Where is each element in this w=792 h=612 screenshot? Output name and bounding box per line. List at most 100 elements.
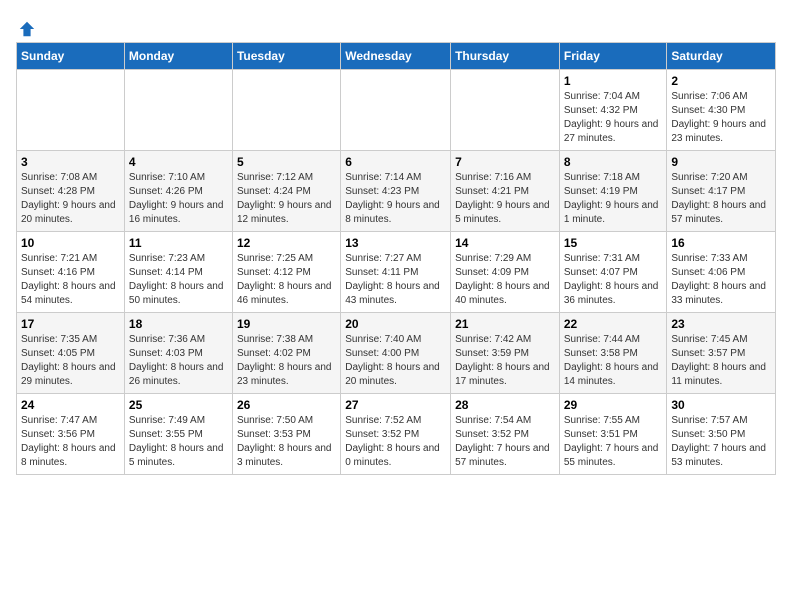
- day-info: Sunrise: 7:33 AM Sunset: 4:06 PM Dayligh…: [671, 252, 771, 308]
- calendar-cell: 3 Sunrise: 7:08 AM Sunset: 4:28 PM Daylig…: [17, 151, 125, 232]
- day-info: Sunrise: 7:06 AM Sunset: 4:30 PM Dayligh…: [671, 90, 771, 146]
- calendar-cell: [17, 70, 125, 151]
- day-number: 5: [237, 155, 336, 169]
- calendar-cell: 9 Sunrise: 7:20 AM Sunset: 4:17 PM Daylig…: [667, 151, 776, 232]
- day-info: Sunrise: 7:21 AM Sunset: 4:16 PM Dayligh…: [21, 252, 120, 308]
- day-header-saturday: Saturday: [667, 43, 776, 70]
- day-number: 16: [671, 236, 771, 250]
- day-info: Sunrise: 7:57 AM Sunset: 3:50 PM Dayligh…: [671, 414, 771, 470]
- day-info: Sunrise: 7:20 AM Sunset: 4:17 PM Dayligh…: [671, 171, 771, 227]
- calendar-cell: 4 Sunrise: 7:10 AM Sunset: 4:26 PM Daylig…: [124, 151, 232, 232]
- day-number: 1: [564, 74, 663, 88]
- day-number: 21: [455, 317, 555, 331]
- calendar-cell: [232, 70, 340, 151]
- day-number: 22: [564, 317, 663, 331]
- calendar-cell: 26 Sunrise: 7:50 AM Sunset: 3:53 PM Dayli…: [232, 394, 340, 475]
- calendar-cell: 5 Sunrise: 7:12 AM Sunset: 4:24 PM Daylig…: [232, 151, 340, 232]
- day-number: 20: [345, 317, 446, 331]
- calendar-cell: 27Sunrise: 7:52 AM Sunset: 3:52 PM Dayli…: [341, 394, 451, 475]
- day-info: Sunrise: 7:16 AM Sunset: 4:21 PM Dayligh…: [455, 171, 555, 227]
- logo: [16, 20, 36, 34]
- calendar-cell: 19 Sunrise: 7:38 AM Sunset: 4:02 PM Dayli…: [232, 313, 340, 394]
- day-number: 2: [671, 74, 771, 88]
- calendar-cell: 1 Sunrise: 7:04 AM Sunset: 4:32 PM Daylig…: [559, 70, 667, 151]
- calendar-cell: 30 Sunrise: 7:57 AM Sunset: 3:50 PM Dayli…: [667, 394, 776, 475]
- day-number: 6: [345, 155, 446, 169]
- calendar-cell: [451, 70, 560, 151]
- day-number: 4: [129, 155, 228, 169]
- day-number: 17: [21, 317, 120, 331]
- day-info: Sunrise: 7:54 AM Sunset: 3:52 PM Dayligh…: [455, 414, 555, 470]
- day-number: 23: [671, 317, 771, 331]
- day-number: 29: [564, 398, 663, 412]
- day-number: 27: [345, 398, 446, 412]
- day-number: 30: [671, 398, 771, 412]
- day-number: 3: [21, 155, 120, 169]
- calendar-cell: 10 Sunrise: 7:21 AM Sunset: 4:16 PM Dayli…: [17, 232, 125, 313]
- day-info: Sunrise: 7:08 AM Sunset: 4:28 PM Dayligh…: [21, 171, 120, 227]
- calendar-table: SundayMondayTuesdayWednesdayThursdayFrid…: [16, 42, 776, 475]
- day-header-sunday: Sunday: [17, 43, 125, 70]
- day-number: 24: [21, 398, 120, 412]
- calendar-cell: 24 Sunrise: 7:47 AM Sunset: 3:56 PM Dayli…: [17, 394, 125, 475]
- calendar-cell: 12 Sunrise: 7:25 AM Sunset: 4:12 PM Dayli…: [232, 232, 340, 313]
- calendar-cell: [341, 70, 451, 151]
- day-header-wednesday: Wednesday: [341, 43, 451, 70]
- day-info: Sunrise: 7:29 AM Sunset: 4:09 PM Dayligh…: [455, 252, 555, 308]
- day-number: 25: [129, 398, 228, 412]
- calendar-cell: 14 Sunrise: 7:29 AM Sunset: 4:09 PM Dayli…: [451, 232, 560, 313]
- day-number: 7: [455, 155, 555, 169]
- day-info: Sunrise: 7:04 AM Sunset: 4:32 PM Dayligh…: [564, 90, 663, 146]
- calendar-cell: 20 Sunrise: 7:40 AM Sunset: 4:00 PM Dayli…: [341, 313, 451, 394]
- day-info: Sunrise: 7:10 AM Sunset: 4:26 PM Dayligh…: [129, 171, 228, 227]
- day-header-tuesday: Tuesday: [232, 43, 340, 70]
- day-info: Sunrise: 7:38 AM Sunset: 4:02 PM Dayligh…: [237, 333, 336, 389]
- day-number: 26: [237, 398, 336, 412]
- calendar-cell: 6 Sunrise: 7:14 AM Sunset: 4:23 PM Daylig…: [341, 151, 451, 232]
- calendar-cell: 8 Sunrise: 7:18 AM Sunset: 4:19 PM Daylig…: [559, 151, 667, 232]
- day-info: Sunrise: 7:31 AM Sunset: 4:07 PM Dayligh…: [564, 252, 663, 308]
- day-number: 14: [455, 236, 555, 250]
- calendar-cell: 2 Sunrise: 7:06 AM Sunset: 4:30 PM Daylig…: [667, 70, 776, 151]
- day-info: Sunrise: 7:12 AM Sunset: 4:24 PM Dayligh…: [237, 171, 336, 227]
- day-number: 28: [455, 398, 555, 412]
- day-number: 10: [21, 236, 120, 250]
- day-number: 12: [237, 236, 336, 250]
- calendar-cell: 29 Sunrise: 7:55 AM Sunset: 3:51 PM Dayli…: [559, 394, 667, 475]
- day-info: Sunrise: 7:42 AM Sunset: 3:59 PM Dayligh…: [455, 333, 555, 389]
- day-info: Sunrise: 7:23 AM Sunset: 4:14 PM Dayligh…: [129, 252, 228, 308]
- day-number: 19: [237, 317, 336, 331]
- calendar-cell: 18 Sunrise: 7:36 AM Sunset: 4:03 PM Dayli…: [124, 313, 232, 394]
- day-info: Sunrise: 7:45 AM Sunset: 3:57 PM Dayligh…: [671, 333, 771, 389]
- day-number: 13: [345, 236, 446, 250]
- calendar-cell: 23 Sunrise: 7:45 AM Sunset: 3:57 PM Dayli…: [667, 313, 776, 394]
- day-header-friday: Friday: [559, 43, 667, 70]
- day-info: Sunrise: 7:50 AM Sunset: 3:53 PM Dayligh…: [237, 414, 336, 470]
- calendar-cell: 22Sunrise: 7:44 AM Sunset: 3:58 PM Dayli…: [559, 313, 667, 394]
- header: [16, 16, 776, 34]
- calendar-cell: 7 Sunrise: 7:16 AM Sunset: 4:21 PM Daylig…: [451, 151, 560, 232]
- day-header-monday: Monday: [124, 43, 232, 70]
- day-number: 9: [671, 155, 771, 169]
- day-info: Sunrise: 7:25 AM Sunset: 4:12 PM Dayligh…: [237, 252, 336, 308]
- day-number: 18: [129, 317, 228, 331]
- day-info: Sunrise: 7:35 AM Sunset: 4:05 PM Dayligh…: [21, 333, 120, 389]
- day-number: 8: [564, 155, 663, 169]
- calendar-cell: 25 Sunrise: 7:49 AM Sunset: 3:55 PM Dayli…: [124, 394, 232, 475]
- calendar-cell: 16 Sunrise: 7:33 AM Sunset: 4:06 PM Dayli…: [667, 232, 776, 313]
- day-header-thursday: Thursday: [451, 43, 560, 70]
- day-info: Sunrise: 7:49 AM Sunset: 3:55 PM Dayligh…: [129, 414, 228, 470]
- day-info: Sunrise: 7:55 AM Sunset: 3:51 PM Dayligh…: [564, 414, 663, 470]
- calendar-cell: 15Sunrise: 7:31 AM Sunset: 4:07 PM Dayli…: [559, 232, 667, 313]
- logo-icon: [18, 20, 36, 38]
- calendar-cell: [124, 70, 232, 151]
- day-info: Sunrise: 7:47 AM Sunset: 3:56 PM Dayligh…: [21, 414, 120, 470]
- calendar-cell: 21 Sunrise: 7:42 AM Sunset: 3:59 PM Dayli…: [451, 313, 560, 394]
- calendar-cell: 28 Sunrise: 7:54 AM Sunset: 3:52 PM Dayli…: [451, 394, 560, 475]
- day-info: Sunrise: 7:40 AM Sunset: 4:00 PM Dayligh…: [345, 333, 446, 389]
- day-info: Sunrise: 7:36 AM Sunset: 4:03 PM Dayligh…: [129, 333, 228, 389]
- calendar-cell: 11Sunrise: 7:23 AM Sunset: 4:14 PM Dayli…: [124, 232, 232, 313]
- day-info: Sunrise: 7:14 AM Sunset: 4:23 PM Dayligh…: [345, 171, 446, 227]
- calendar-cell: 17 Sunrise: 7:35 AM Sunset: 4:05 PM Dayli…: [17, 313, 125, 394]
- day-info: Sunrise: 7:18 AM Sunset: 4:19 PM Dayligh…: [564, 171, 663, 227]
